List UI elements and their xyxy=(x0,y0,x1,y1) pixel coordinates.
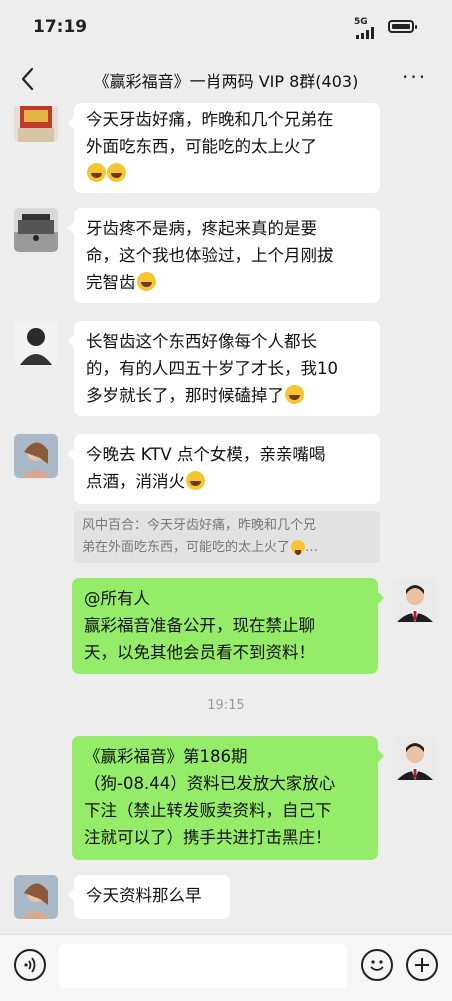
signal-icon: 5G xyxy=(354,17,382,39)
laughing-emoji-icon xyxy=(87,163,106,182)
avatar[interactable] xyxy=(393,578,437,622)
avatar[interactable] xyxy=(393,736,437,780)
battery-icon xyxy=(388,20,417,33)
avatar[interactable] xyxy=(14,434,58,478)
message-line: 赢彩福音准备公开，现在禁止聊 xyxy=(84,616,315,635)
status-bar: 17:19 5G xyxy=(0,0,452,56)
thinking-emoji-icon xyxy=(186,471,205,490)
message-line: 今晚去 KTV 点个女模，亲亲嘴喝 xyxy=(86,445,326,464)
message-line: （狗-08.44）资料已发放大家放心 xyxy=(84,774,336,793)
more-options-button[interactable]: ··· xyxy=(402,67,432,90)
laughing-emoji-icon xyxy=(107,163,126,182)
message-bubble[interactable]: 牙齿疼不是病，疼起来真的是要 命，这个我也体验过，上个月刚拔 完智齿 xyxy=(68,208,380,303)
message-bubble[interactable]: 今天资料那么早 xyxy=(68,875,230,919)
message-line: 命，这个我也体验过，上个月刚拔 xyxy=(86,246,334,265)
avatar[interactable] xyxy=(14,208,58,252)
chevron-left-icon xyxy=(21,67,34,91)
message-line: 长智齿这个东西好像每个人都长 xyxy=(86,332,317,351)
avatar[interactable] xyxy=(14,321,58,365)
message-line: 下注（禁止转发贩卖资料，自己下 xyxy=(84,801,332,820)
message-line: 点酒，消消火 xyxy=(86,472,185,491)
message-line: @所有人 xyxy=(84,589,150,608)
message-input[interactable] xyxy=(59,944,347,988)
chat-timestamp: 19:15 xyxy=(207,698,245,713)
quote-line: 弟在外面吃东西，可能吃的太上火了 xyxy=(82,540,291,555)
avatar[interactable] xyxy=(14,875,58,919)
message-bubble[interactable]: 长智齿这个东西好像每个人都长 的，有的人四五十岁了才长，我10 多岁就长了，那时… xyxy=(68,321,380,416)
message-line: 多岁就长了，那时候磕掉了 xyxy=(86,386,284,405)
add-button[interactable] xyxy=(406,949,438,981)
message-line: 的，有的人四五十岁了才长，我10 xyxy=(86,359,338,378)
message-bubble[interactable]: 《赢彩福音》第186期 （狗-08.44）资料已发放大家放心 下注（禁止转发贩卖… xyxy=(72,736,384,860)
message-bubble[interactable]: @所有人 赢彩福音准备公开，现在禁止聊 天，以免其他会员看不到资料！ xyxy=(72,578,384,674)
back-button[interactable] xyxy=(14,64,44,94)
quote-line: 风中百合：今天牙齿好痛，昨晚和几个兄 xyxy=(82,518,317,533)
message-line: 注就可以了）携手共进打击黑庄！ xyxy=(84,828,332,847)
message-line: 外面吃东西，可能吃的太上火了 xyxy=(86,137,317,156)
network-type: 5G xyxy=(354,17,368,27)
voice-button[interactable] xyxy=(14,949,46,981)
message-line: 牙齿疼不是病，疼起来真的是要 xyxy=(86,219,317,238)
emoji-button[interactable] xyxy=(361,949,393,981)
laughing-emoji-icon xyxy=(291,540,306,555)
voice-icon xyxy=(24,957,36,973)
input-bar xyxy=(0,934,452,1001)
dizzy-emoji-icon xyxy=(136,272,156,291)
message-line: 天，以免其他会员看不到资料！ xyxy=(84,643,315,662)
avatar[interactable] xyxy=(14,106,58,142)
message-line: 今天牙齿好痛，昨晚和几个兄弟在 xyxy=(86,110,334,129)
thinking-emoji-icon xyxy=(285,385,304,404)
quoted-message[interactable]: 风中百合：今天牙齿好痛，昨晚和几个兄 弟在外面吃东西，可能吃的太上火了 … xyxy=(74,511,380,563)
message-bubble[interactable]: 今晚去 KTV 点个女模，亲亲嘴喝 点酒，消消火 xyxy=(68,434,380,504)
emoji-icon xyxy=(370,960,384,971)
chat-header: 《赢彩福音》一肖两码 VIP 8群(403) ··· xyxy=(0,56,452,106)
chat-title: 《赢彩福音》一肖两码 VIP 8群(403) xyxy=(93,72,359,91)
quote-ellipsis: … xyxy=(305,540,319,555)
status-time: 17:19 xyxy=(33,17,88,37)
message-line: 完智齿 xyxy=(86,273,136,292)
message-line: 今天资料那么早 xyxy=(86,886,202,905)
plus-icon xyxy=(415,958,429,972)
message-bubble[interactable]: 今天牙齿好痛，昨晚和几个兄弟在 外面吃东西，可能吃的太上火了 xyxy=(68,103,380,193)
message-line: 《赢彩福音》第186期 xyxy=(84,747,248,766)
